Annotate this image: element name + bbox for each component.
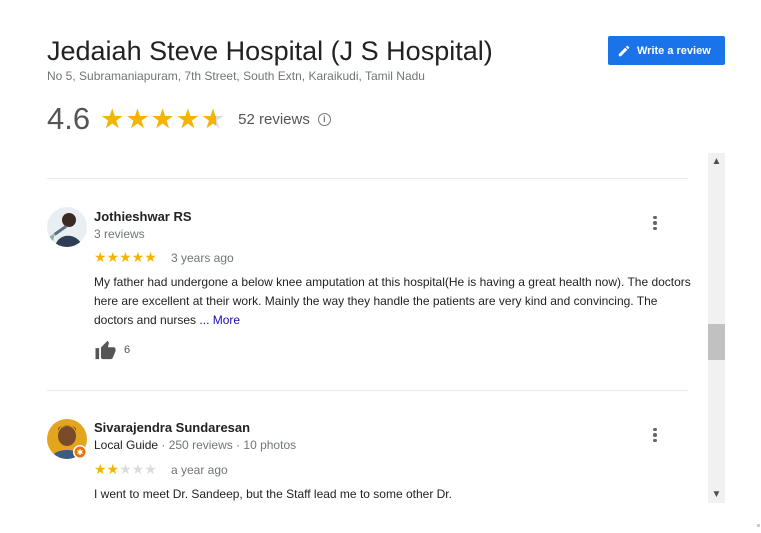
rating-number: 4.6 [47,101,91,136]
more-options-icon[interactable] [647,425,663,445]
thumbs-up-icon [95,340,116,360]
like-count: 6 [124,344,131,356]
review-text: My father had undergone a below knee amp… [94,275,691,327]
review-stars: ★★★★★ [94,461,157,477]
more-link[interactable]: ... More [199,313,240,327]
review-time: a year ago [171,463,228,477]
reviewer-meta: 3 reviews [94,227,145,241]
chevron-down-icon[interactable]: ▼ [708,486,725,503]
info-icon[interactable]: i [317,112,331,126]
like-button[interactable]: 6 [94,340,130,360]
divider [47,178,688,179]
local-guide-label: Local Guide [94,438,159,452]
place-title: Jedaiah Steve Hospital (J S Hospital) [47,36,493,66]
chevron-up-icon[interactable]: ▲ [708,153,725,170]
rating-summary: 4.6 ★★★★★ ★★★★★ 52 reviews i [47,100,331,138]
resize-handle [757,524,760,527]
reviewer-name[interactable]: Sivarajendra Sundaresan [94,420,250,435]
scrollbar[interactable]: ▲ ▼ [708,153,725,503]
reviewer-name[interactable]: Jothieshwar RS [94,209,192,224]
avatar[interactable]: ✱ [47,419,87,459]
place-address: No 5, Subramaniapuram, 7th Street, South… [47,69,425,83]
scrollbar-thumb[interactable] [708,324,725,360]
reviews-list[interactable]: Jothieshwar RS 3 reviews ★★★★★ 3 years a… [47,153,725,503]
divider [47,390,688,391]
reviewer-meta: Local Guide · 250 reviews · 10 photos [94,438,297,452]
avatar[interactable] [47,207,87,247]
pencil-icon [618,45,630,56]
write-review-button[interactable]: Write a review [608,36,725,65]
svg-text:✱: ✱ [77,448,84,457]
review-time: 3 years ago [171,251,234,265]
write-review-label: Write a review [637,44,711,57]
review-stars: ★★★★★ [94,249,157,265]
review-count[interactable]: 52 reviews [238,111,310,128]
more-options-icon[interactable] [647,213,663,233]
rating-stars: ★★★★★ ★★★★★ [100,103,227,134]
review-text: I went to meet Dr. Sandeep, but the Staf… [94,487,452,501]
